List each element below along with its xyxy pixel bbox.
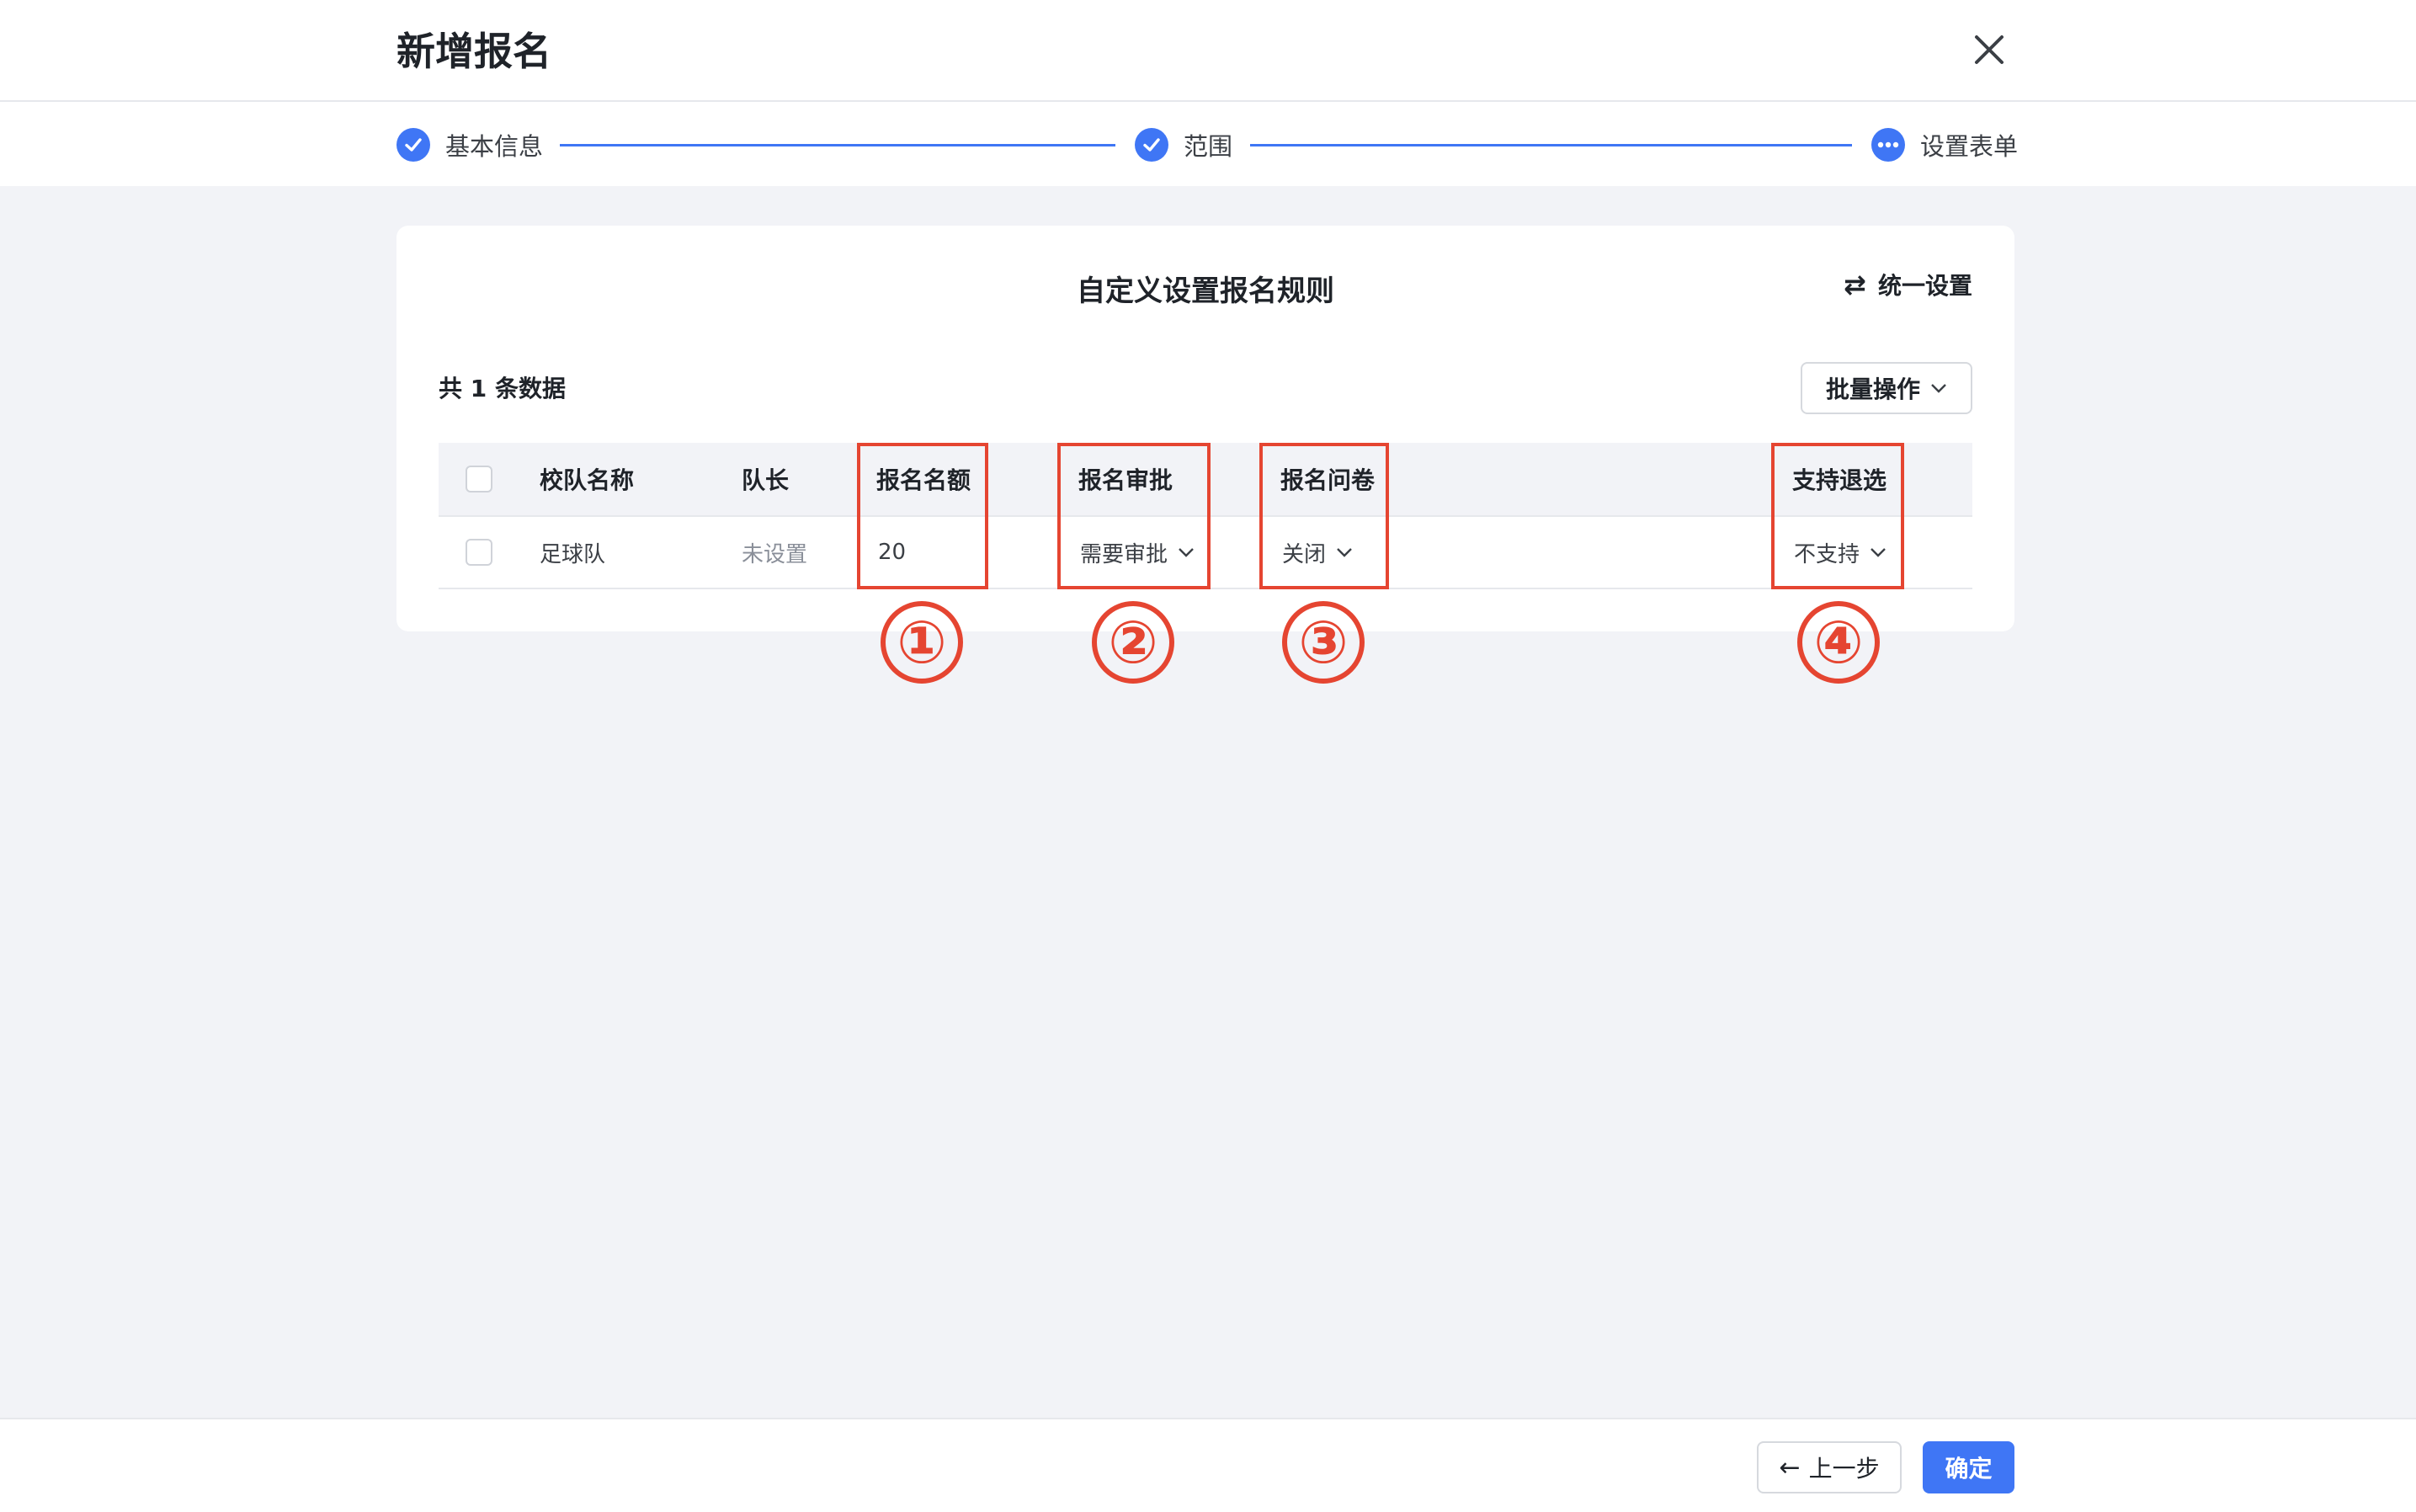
- step-connector: [560, 144, 1115, 146]
- batch-operation-dropdown[interactable]: 批量操作: [1801, 362, 1972, 414]
- previous-step-label: 上一步: [1808, 1455, 1880, 1483]
- unify-settings-button[interactable]: ⇄ 统一设置: [1844, 268, 1972, 301]
- step-set-form: 设置表单: [1871, 127, 2018, 162]
- annotation-box-questionnaire: [1259, 443, 1389, 589]
- row-checkbox[interactable]: [466, 539, 492, 566]
- column-team-name: 校队名称: [540, 466, 635, 494]
- annotation-marker-2: ②: [1092, 601, 1174, 684]
- select-all-checkbox[interactable]: [466, 466, 492, 492]
- dialog-title: 新增报名: [396, 29, 551, 74]
- annotation-marker-3: ③: [1282, 601, 1365, 684]
- annotation-marker-1: ①: [881, 601, 963, 684]
- check-icon: [1135, 128, 1168, 162]
- previous-step-button[interactable]: ← 上一步: [1757, 1441, 1902, 1493]
- step-indicator: 基本信息 范围 设置表单: [0, 102, 2416, 186]
- step-label: 范围: [1184, 132, 1233, 161]
- step-label: 基本信息: [445, 132, 544, 161]
- step-scope: 范围: [1135, 127, 1232, 162]
- unify-settings-label: 统一设置: [1877, 272, 1972, 300]
- record-count: 共 1 条数据: [439, 375, 566, 402]
- dialog-header: 新增报名: [0, 0, 2416, 102]
- more-dots-icon: [1871, 128, 1905, 162]
- chevron-down-icon: [1931, 384, 1946, 393]
- close-icon[interactable]: [1970, 30, 2009, 69]
- confirm-button[interactable]: 确定: [1923, 1441, 2014, 1493]
- step-label: 设置表单: [1920, 132, 2019, 161]
- annotation-marker-4: ④: [1797, 601, 1880, 684]
- step-basic-info: 基本信息: [396, 127, 543, 162]
- column-captain: 队长: [742, 466, 790, 494]
- step-connector: [1250, 144, 1852, 146]
- annotation-box-approval: [1057, 443, 1211, 589]
- card-title: 自定义设置报名规则: [1077, 274, 1334, 308]
- swap-icon: ⇄: [1844, 269, 1866, 301]
- annotation-box-quota: [857, 443, 988, 589]
- team-name-cell: 足球队: [540, 541, 606, 567]
- check-icon: [396, 128, 430, 162]
- dialog-footer: ← 上一步 确定: [0, 1418, 2416, 1512]
- captain-cell: 未设置: [742, 541, 808, 567]
- arrow-left-icon: ←: [1779, 1452, 1801, 1483]
- batch-operation-label: 批量操作: [1825, 375, 1920, 403]
- annotation-box-withdraw: [1771, 443, 1904, 589]
